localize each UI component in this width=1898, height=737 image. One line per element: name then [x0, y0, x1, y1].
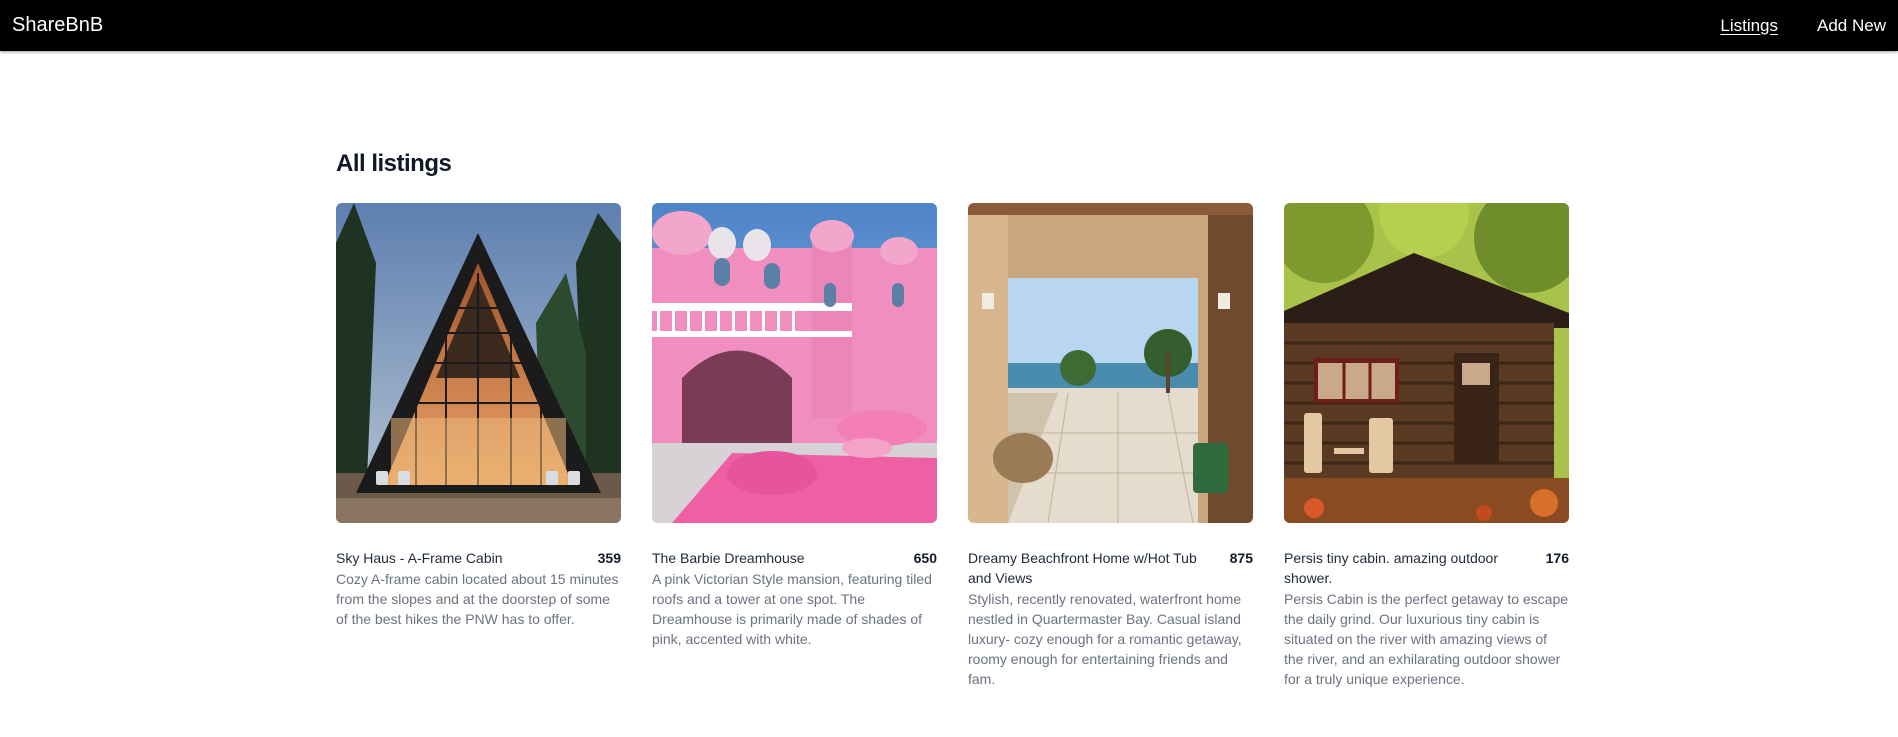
listing-header: Persis tiny cabin. amazing outdoor showe…	[1284, 548, 1569, 588]
listing-image[interactable]	[1284, 203, 1569, 523]
listing-title[interactable]: Persis tiny cabin. amazing outdoor showe…	[1284, 548, 1534, 588]
listing-title[interactable]: Sky Haus - A-Frame Cabin	[336, 548, 503, 568]
listing-image[interactable]	[336, 203, 621, 523]
listing-header: The Barbie Dreamhouse 650	[652, 548, 937, 568]
listing-title[interactable]: The Barbie Dreamhouse	[652, 548, 805, 568]
main-content: All listings Sky Haus - A-Frame Cabin 35…	[336, 150, 1569, 687]
a-frame-cabin-photo	[336, 203, 621, 523]
pink-mansion-photo	[652, 203, 937, 523]
listing-card[interactable]: The Barbie Dreamhouse 650 A pink Victori…	[652, 203, 937, 689]
nav-link-add-new[interactable]: Add New	[1817, 16, 1886, 36]
listing-price: 176	[1545, 550, 1569, 566]
listing-description: Cozy A-frame cabin located about 15 minu…	[336, 571, 619, 627]
listing-card[interactable]: Dreamy Beachfront Home w/Hot Tub and Vie…	[968, 203, 1253, 689]
listing-description: A pink Victorian Style mansion, featurin…	[652, 571, 932, 647]
nav-link-listings[interactable]: Listings	[1720, 16, 1778, 36]
listing-title[interactable]: Dreamy Beachfront Home w/Hot Tub and Vie…	[968, 548, 1218, 588]
nav-links: Listings Add New	[1720, 16, 1886, 36]
beachfront-patio-photo	[968, 203, 1253, 523]
log-cabin-photo	[1284, 203, 1569, 523]
listing-card[interactable]: Persis tiny cabin. amazing outdoor showe…	[1284, 203, 1569, 689]
listing-header: Dreamy Beachfront Home w/Hot Tub and Vie…	[968, 548, 1253, 588]
listing-card[interactable]: Sky Haus - A-Frame Cabin 359 Cozy A-fram…	[336, 203, 621, 689]
listings-grid: Sky Haus - A-Frame Cabin 359 Cozy A-fram…	[336, 203, 1569, 689]
top-navbar: ShareBnB Listings Add New	[0, 0, 1898, 51]
brand-logo-link[interactable]: ShareBnB	[12, 14, 103, 37]
listing-image[interactable]	[968, 203, 1253, 523]
listing-price: 650	[913, 550, 937, 566]
listing-price: 359	[597, 550, 621, 566]
listing-description: Stylish, recently renovated, waterfront …	[968, 591, 1242, 687]
listing-price: 875	[1229, 550, 1253, 566]
listing-image[interactable]	[652, 203, 937, 523]
listing-description: Persis Cabin is the perfect getaway to e…	[1284, 591, 1569, 687]
listing-header: Sky Haus - A-Frame Cabin 359	[336, 548, 621, 568]
page-title: All listings	[336, 150, 452, 177]
